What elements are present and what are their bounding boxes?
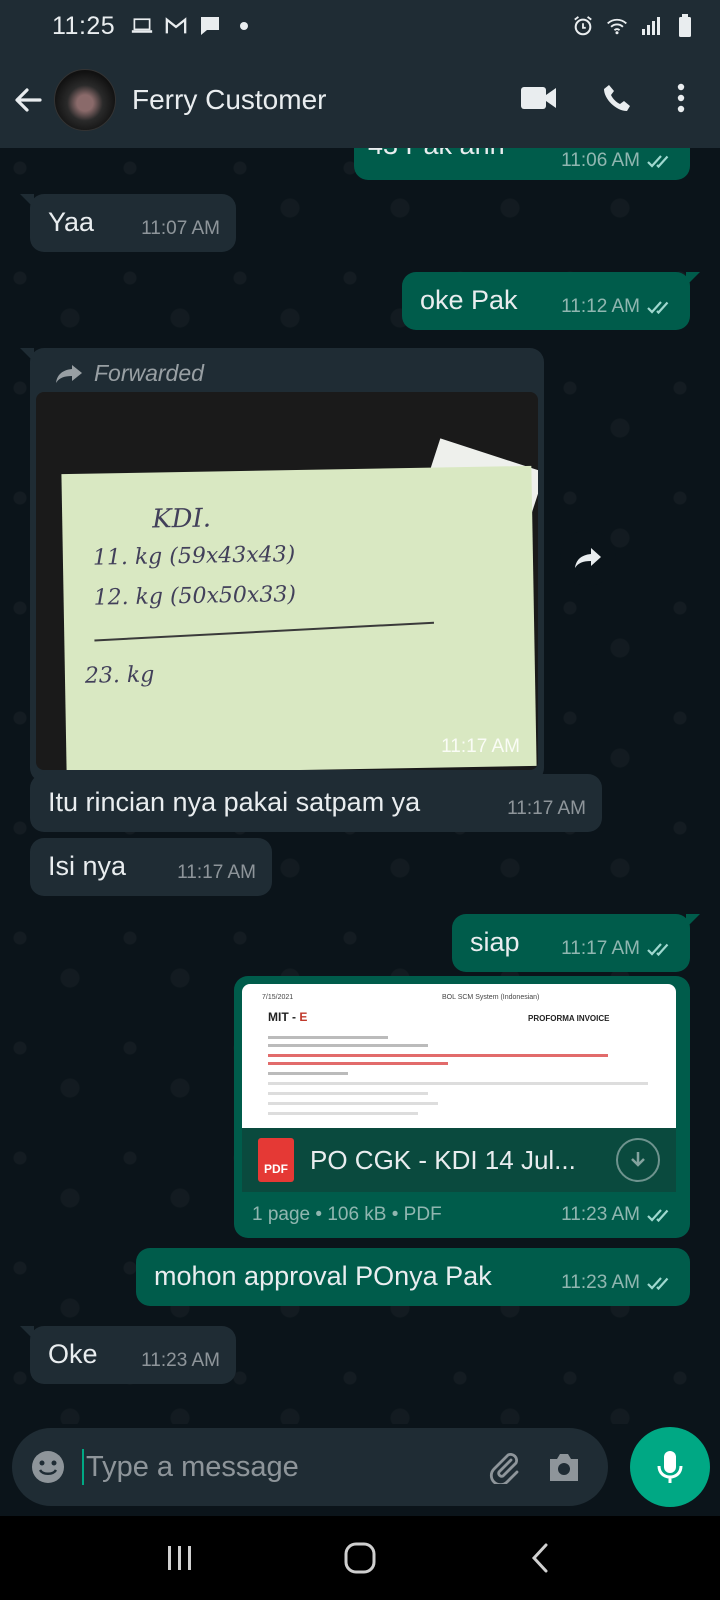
photo-attachment[interactable]: KDI. 11. kg (59x43x43) 12. kg (50x50x33)…	[36, 392, 538, 770]
chat-icon	[199, 15, 221, 37]
contact-avatar[interactable]	[54, 69, 116, 131]
pdf-icon: PDF	[258, 1138, 294, 1182]
camera-button[interactable]	[542, 1445, 586, 1489]
note-line: 23. kg	[84, 662, 155, 689]
message-bubble[interactable]: Yaa 11:07 AM	[20, 194, 236, 252]
message-input[interactable]	[86, 1450, 466, 1484]
message-time: 11:23 AM	[561, 1272, 640, 1293]
preview-company: MIT - E	[268, 1010, 308, 1024]
document-info: 1 page • 106 kB • PDF	[252, 1204, 442, 1225]
camera-icon	[550, 1454, 578, 1481]
read-ticks-icon	[647, 1209, 669, 1223]
message-time: 11:06 AM	[561, 150, 640, 171]
wifi-icon	[606, 15, 628, 37]
message-bubble[interactable]: mohon approval POnya Pak 11:23 AM	[136, 1248, 690, 1306]
note-line: KDI.	[151, 503, 212, 535]
back-nav-button[interactable]	[510, 1528, 570, 1588]
forward-icon	[575, 548, 601, 568]
laptop-icon	[131, 15, 153, 37]
document-preview[interactable]: 7/15/2021 BOL SCM System (Indonesian) MI…	[242, 984, 676, 1128]
more-options-button[interactable]	[676, 83, 686, 118]
contact-name[interactable]: Ferry Customer	[132, 84, 326, 116]
read-ticks-icon	[647, 301, 669, 315]
paperclip-icon	[489, 1453, 519, 1484]
video-call-icon	[521, 86, 556, 109]
message-text: mohon approval POnya Pak	[154, 1261, 492, 1291]
note-line: 11. kg (59x43x43)	[92, 542, 296, 571]
message-time: 11:17 AM	[177, 862, 256, 883]
forwarded-label: Forwarded	[54, 360, 204, 387]
home-icon	[344, 1542, 376, 1574]
message-bubble[interactable]: 43 Pak ahh 11:06 AM	[354, 148, 690, 180]
attach-button[interactable]	[482, 1445, 526, 1489]
alarm-icon	[572, 15, 594, 37]
message-bubble[interactable]: siap 11:17 AM	[452, 914, 700, 972]
document-row[interactable]: PDF PO CGK - KDI 14 Jul...	[242, 1128, 676, 1192]
message-bubble[interactable]: Itu rincian nya pakai satpam ya 11:17 AM	[30, 774, 602, 832]
message-time: 11:23 AM	[141, 1350, 220, 1371]
forward-icon	[56, 364, 82, 383]
preview-title: PROFORMA INVOICE	[528, 1014, 610, 1023]
message-bubble[interactable]: oke Pak 11:12 AM	[402, 272, 700, 330]
message-bubble[interactable]: Oke 11:23 AM	[20, 1326, 236, 1384]
chat-header: Ferry Customer	[0, 52, 720, 148]
gmail-icon	[165, 15, 187, 37]
battery-icon	[674, 14, 696, 37]
emoji-button[interactable]	[28, 1447, 68, 1487]
handwritten-note: KDI. 11. kg (59x43x43) 12. kg (50x50x33)…	[61, 465, 537, 770]
message-time: 11:17 AM	[561, 938, 640, 959]
back-nav-icon	[531, 1543, 548, 1573]
emoji-icon	[32, 1451, 64, 1483]
message-time: 11:17 AM	[441, 736, 520, 757]
message-text: oke Pak	[420, 285, 518, 315]
voice-call-button[interactable]	[602, 83, 632, 118]
back-arrow-icon	[15, 88, 42, 112]
message-bubble[interactable]: Isi nya 11:17 AM	[30, 838, 272, 896]
message-text: siap	[470, 927, 520, 957]
download-button[interactable]	[616, 1138, 660, 1182]
home-button[interactable]	[330, 1528, 390, 1588]
share-button[interactable]	[560, 530, 616, 586]
message-time: 11:12 AM	[561, 296, 640, 317]
download-icon	[631, 1152, 645, 1167]
document-name: PO CGK - KDI 14 Jul...	[310, 1144, 576, 1175]
chat-messages[interactable]: 43 Pak ahh 11:06 AM Yaa 11:07 AM oke Pak…	[0, 148, 720, 1424]
read-ticks-icon	[647, 1277, 669, 1291]
dot-icon	[233, 15, 255, 37]
video-call-button[interactable]	[520, 85, 558, 116]
message-composer	[12, 1428, 608, 1506]
message-text: Yaa	[48, 207, 95, 237]
message-text: Itu rincian nya pakai satpam ya	[48, 787, 421, 817]
microphone-icon	[657, 1451, 683, 1483]
signal-icon	[640, 15, 662, 37]
message-text: Oke	[48, 1339, 98, 1369]
status-bar: 11:25	[0, 0, 720, 52]
recent-apps-icon	[168, 1546, 191, 1570]
system-nav-bar	[0, 1516, 720, 1600]
read-ticks-icon	[647, 155, 669, 169]
status-time: 11:25	[52, 11, 116, 40]
back-button[interactable]	[0, 52, 56, 148]
note-line: 12. kg (50x50x33)	[93, 582, 297, 611]
message-time: 11:23 AM	[561, 1204, 640, 1225]
message-text: Isi nya	[48, 851, 127, 881]
document-message[interactable]: 7/15/2021 BOL SCM System (Indonesian) MI…	[234, 976, 690, 1238]
more-options-icon	[677, 83, 685, 112]
voice-message-button[interactable]	[630, 1427, 710, 1507]
read-ticks-icon	[647, 943, 669, 957]
message-text: 43 Pak ahh	[368, 148, 505, 161]
message-time: 11:07 AM	[141, 218, 220, 239]
voice-call-icon	[604, 84, 630, 111]
forwarded-image-message[interactable]: Forwarded KDI. 11. kg (59x43x43) 12. kg …	[20, 348, 544, 782]
message-time: 11:17 AM	[507, 798, 586, 819]
recent-apps-button[interactable]	[150, 1528, 210, 1588]
